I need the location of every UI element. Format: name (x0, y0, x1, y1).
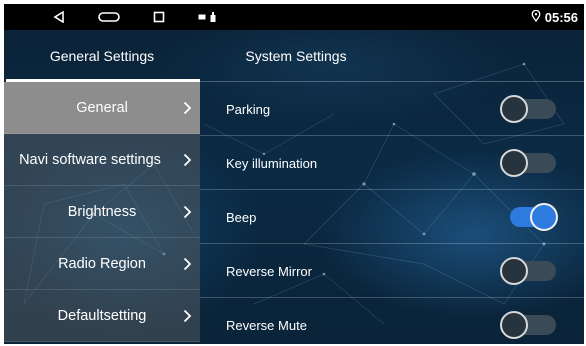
setting-label: Beep (226, 209, 257, 225)
toggle-knob (500, 149, 528, 177)
settings-list: Parking Key illumination Beep Reverse Mi… (200, 82, 584, 344)
setting-row-beep: Beep (200, 190, 584, 244)
toggle-knob (500, 311, 528, 339)
home-icon[interactable] (94, 4, 124, 30)
tab-label: System Settings (245, 48, 347, 64)
tab-system-settings[interactable]: System Settings (200, 30, 392, 82)
menu-item-label: Brightness (67, 203, 137, 220)
tab-bar: General Settings System Settings (4, 30, 584, 82)
beep-toggle[interactable] (500, 203, 558, 231)
clock: 05:56 (544, 9, 578, 25)
tab-general-settings[interactable]: General Settings (4, 30, 200, 82)
toggle-knob (530, 203, 558, 231)
back-icon[interactable] (48, 4, 70, 30)
reverse-mute-toggle[interactable] (500, 311, 558, 339)
status-bar: 05:56 (4, 4, 584, 30)
reverse-mirror-toggle[interactable] (500, 257, 558, 285)
setting-label: Reverse Mute (226, 317, 307, 333)
setting-row-parking: Parking (200, 82, 584, 136)
menu-item-label: Defaultsetting (57, 307, 147, 324)
toggle-knob (500, 257, 528, 285)
chevron-right-icon (183, 186, 192, 238)
menu-item-radio-region[interactable]: Radio Region (4, 238, 200, 290)
menu-item-label: Navi software settings (19, 151, 161, 168)
setting-row-reverse-mute: Reverse Mute (200, 298, 584, 344)
setting-row-key-illumination: Key illumination (200, 136, 584, 190)
setting-label: Key illumination (226, 155, 318, 171)
recent-apps-icon[interactable] (148, 4, 170, 30)
parking-toggle[interactable] (500, 95, 558, 123)
chevron-right-icon (183, 82, 192, 134)
settings-menu: General Navi software settings Brightnes… (4, 82, 200, 344)
setting-label: Reverse Mirror (226, 263, 312, 279)
menu-item-brightness[interactable]: Brightness (4, 186, 200, 238)
settings-screen: 05:56 General Settings System Settings G… (4, 4, 584, 344)
status-right: 05:56 (531, 4, 578, 30)
tab-label: General Settings (49, 48, 155, 64)
menu-item-navi-software-settings[interactable]: Navi software settings (4, 134, 200, 186)
chevron-right-icon (183, 134, 192, 186)
menu-item-label: Radio Region (58, 255, 146, 272)
setting-row-reverse-mirror: Reverse Mirror (200, 244, 584, 298)
menu-item-label: General (76, 99, 128, 116)
key-illumination-toggle[interactable] (500, 149, 558, 177)
toggle-knob (500, 95, 528, 123)
menu-item-defaultsetting[interactable]: Defaultsetting (4, 290, 200, 342)
usb-icon (208, 4, 218, 30)
menu-item-general[interactable]: General (4, 82, 200, 134)
setting-label: Parking (226, 101, 271, 117)
sim-icon (196, 4, 208, 30)
chevron-right-icon (183, 238, 192, 290)
chevron-right-icon (183, 290, 192, 342)
location-icon (531, 9, 541, 25)
